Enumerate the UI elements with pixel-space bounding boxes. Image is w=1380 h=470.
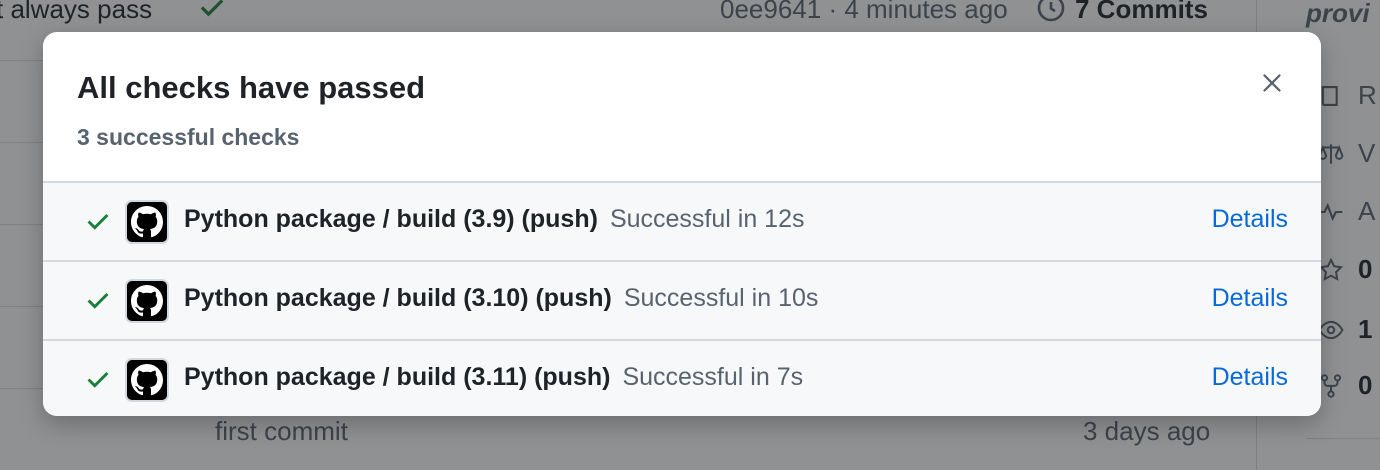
github-logo-icon: [131, 285, 163, 317]
details-link[interactable]: Details: [1212, 205, 1288, 234]
checks-list: Python package / build (3.9) (push) Succ…: [43, 181, 1321, 416]
dialog-subtitle: 3 successful checks: [77, 124, 300, 150]
check-row: Python package / build (3.11) (push) Suc…: [43, 339, 1321, 416]
check-name: Python package / build (3.10) (push): [184, 284, 612, 312]
check-name: Python package / build (3.9) (push): [184, 205, 598, 233]
close-button[interactable]: [1253, 64, 1291, 102]
github-actions-avatar[interactable]: [125, 358, 169, 402]
check-icon: [87, 292, 109, 309]
github-actions-avatar[interactable]: [125, 279, 169, 323]
github-logo-icon: [131, 206, 163, 238]
github-logo-icon: [131, 364, 163, 396]
check-icon: [87, 213, 109, 230]
check-name: Python package / build (3.11) (push): [184, 363, 611, 391]
check-row: Python package / build (3.10) (push) Suc…: [43, 260, 1321, 339]
check-text: Python package / build (3.10) (push) Suc…: [184, 284, 818, 313]
dialog-title: All checks have passed: [77, 70, 426, 105]
check-icon: [87, 371, 109, 388]
check-status: Successful in 12s: [609, 205, 805, 233]
check-text: Python package / build (3.11) (push) Suc…: [184, 363, 803, 392]
check-row: Python package / build (3.9) (push) Succ…: [43, 181, 1321, 260]
check-status: Successful in 10s: [623, 284, 819, 312]
repo-page: t always pass 0ee9641 · 4 minutes ago 7 …: [0, 0, 1380, 470]
details-link[interactable]: Details: [1212, 284, 1288, 313]
x-icon: [1263, 74, 1281, 92]
check-text: Python package / build (3.9) (push) Succ…: [184, 205, 804, 234]
github-actions-avatar[interactable]: [125, 200, 169, 244]
checks-dialog: All checks have passed 3 successful chec…: [43, 32, 1321, 416]
details-link[interactable]: Details: [1212, 363, 1288, 392]
check-status: Successful in 7s: [622, 363, 804, 391]
